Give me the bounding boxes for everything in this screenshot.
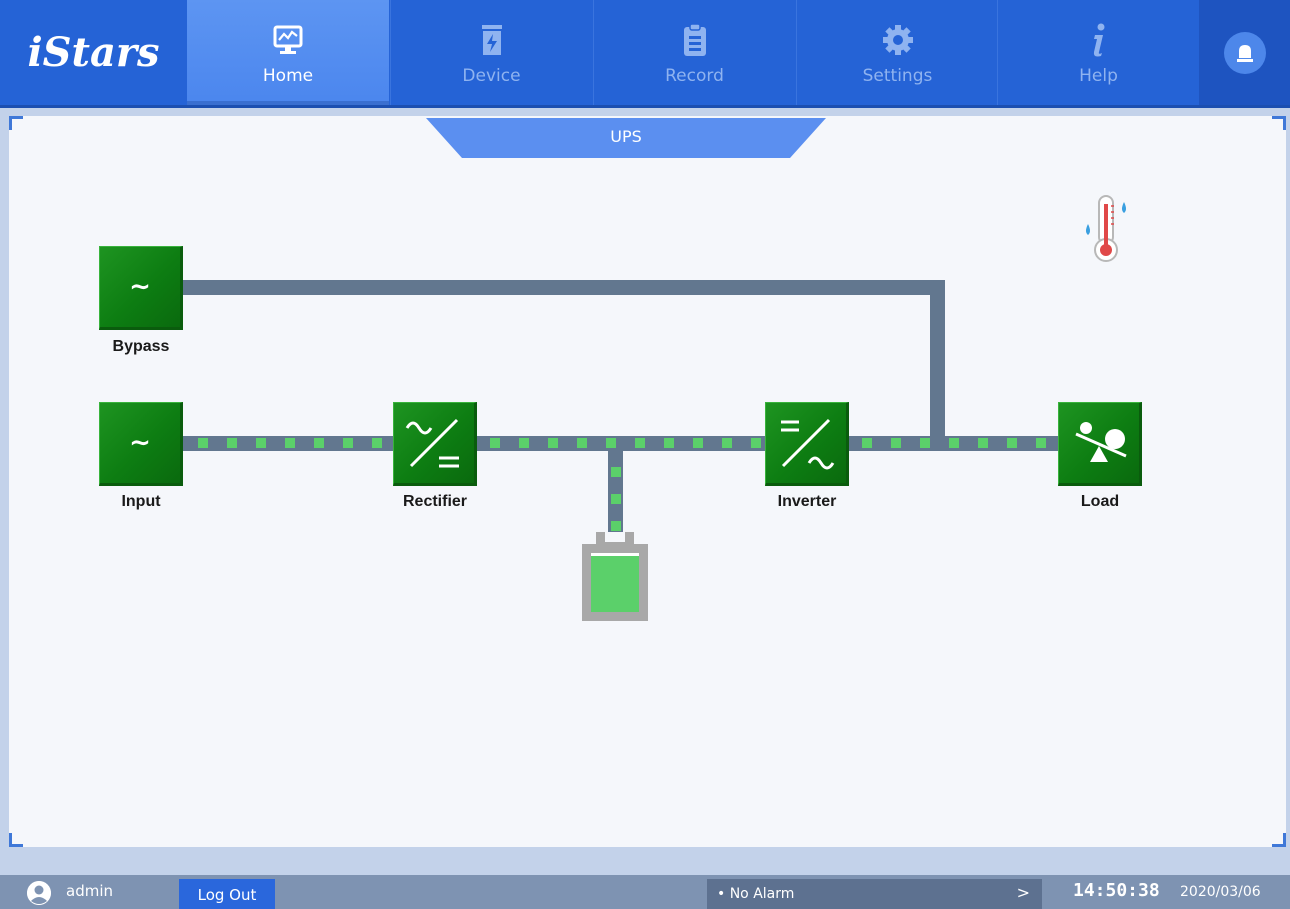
flow-dot — [920, 438, 930, 448]
flow-dot — [227, 438, 237, 448]
flow-dot — [519, 438, 529, 448]
flow-dot — [198, 438, 208, 448]
load-module[interactable] — [1058, 402, 1142, 486]
clock-time: 14:50:38 — [1073, 880, 1160, 901]
flow-dot — [611, 521, 621, 531]
flow-dot — [577, 438, 587, 448]
battery-icon[interactable] — [582, 544, 648, 621]
chevron-right-icon: > — [1016, 883, 1030, 902]
status-bar: admin Log Out • No Alarm > 14:50:38 2020… — [0, 875, 1290, 909]
alarm-status-text: • No Alarm — [717, 886, 795, 902]
dc-ac-icon — [781, 418, 835, 470]
alarm-status-bar[interactable]: • No Alarm > — [707, 879, 1042, 909]
flow-dot — [285, 438, 295, 448]
rectifier-label: Rectifier — [402, 493, 468, 510]
flow-dot — [693, 438, 703, 448]
battery-charge-level — [591, 553, 639, 612]
flow-dot — [611, 494, 621, 504]
user-icon — [27, 881, 51, 905]
flow-dot — [978, 438, 988, 448]
rectifier-module[interactable] — [393, 402, 477, 486]
ac-wave-icon: ∼ — [129, 272, 151, 302]
flow-dot — [256, 438, 266, 448]
input-module[interactable]: ∼ — [99, 402, 183, 486]
flow-dot — [1007, 438, 1017, 448]
ac-dc-icon — [405, 418, 459, 468]
flow-dot — [606, 438, 616, 448]
flow-dot — [343, 438, 353, 448]
input-label: Input — [121, 493, 161, 510]
inverter-label: Inverter — [777, 493, 837, 510]
flow-dot — [490, 438, 500, 448]
inverter-module[interactable] — [765, 402, 849, 486]
flow-dot — [314, 438, 324, 448]
bypass-label: Bypass — [112, 338, 170, 355]
battery-terminal-gap — [605, 532, 625, 542]
flow-dot — [611, 467, 621, 477]
load-seesaw-icon — [1075, 422, 1127, 462]
ac-wave-icon: ∼ — [129, 428, 151, 458]
flow-dot — [949, 438, 959, 448]
flow-dot — [722, 438, 732, 448]
flow-dot — [548, 438, 558, 448]
load-label: Load — [1080, 493, 1120, 510]
flow-dot — [664, 438, 674, 448]
username: admin — [66, 882, 113, 900]
logout-button[interactable]: Log Out — [179, 879, 275, 909]
clock-date: 2020/03/06 — [1180, 884, 1261, 900]
flow-dot — [751, 438, 761, 448]
flow-dot — [635, 438, 645, 448]
flow-dot — [1036, 438, 1046, 448]
bypass-module[interactable]: ∼ — [99, 246, 183, 330]
flow-dot — [862, 438, 872, 448]
flow-dot — [372, 438, 382, 448]
flow-dot — [891, 438, 901, 448]
